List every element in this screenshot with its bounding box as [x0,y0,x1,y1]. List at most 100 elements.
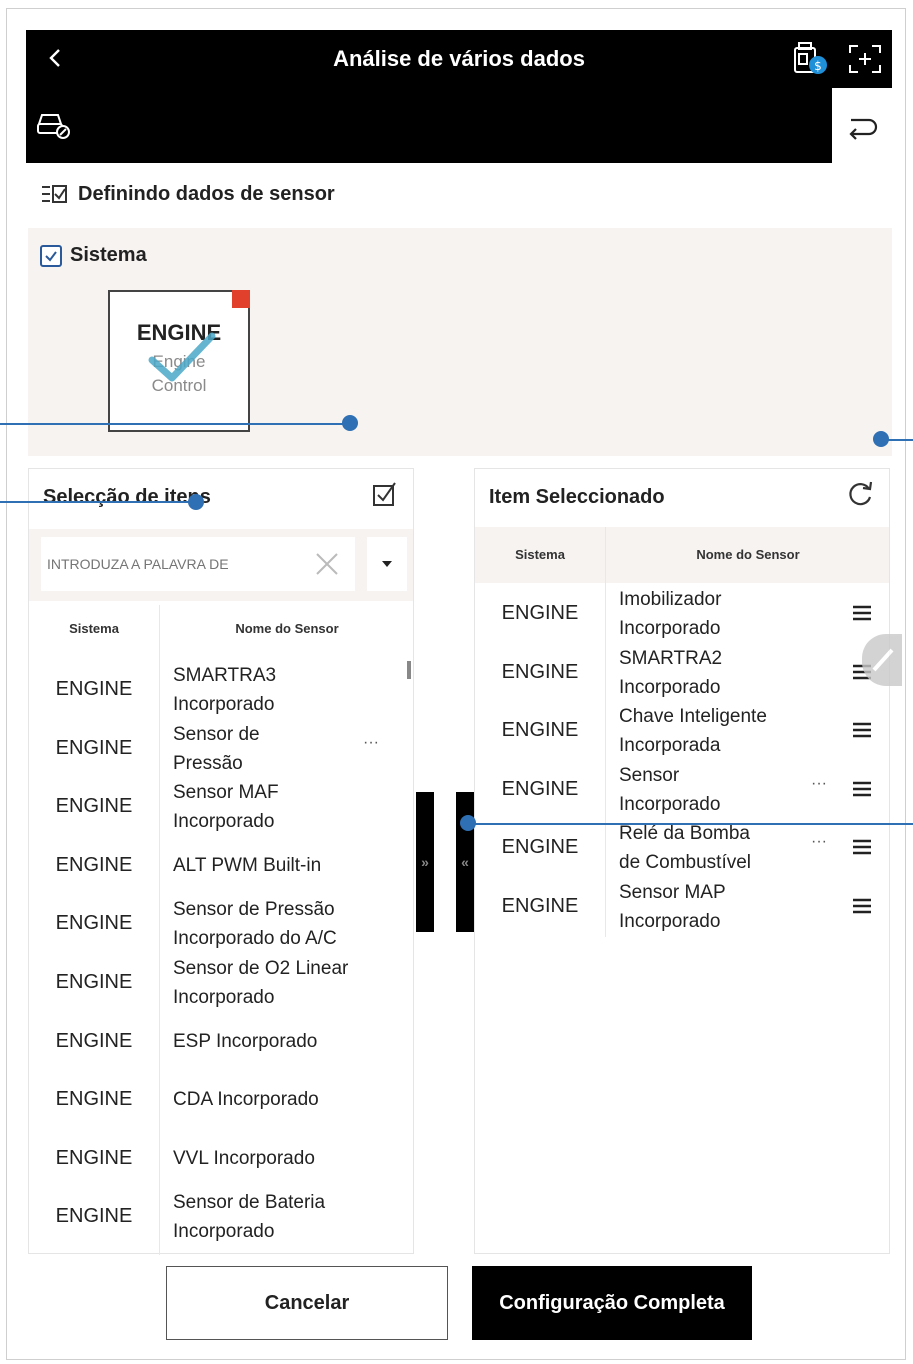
row-system: ENGINE [55,1146,133,1169]
row-sensor-name: Chave Inteligente Incorporada [619,702,829,760]
return-icon [849,118,878,140]
complete-configuration-button[interactable]: Configuração Completa [472,1266,752,1340]
row-sensor-name: SMARTRA3 Incorporado [173,661,403,719]
refresh-icon [849,481,873,506]
sensor-name-line1: Sensor de Pressão [173,899,335,921]
section-header: Definindo dados de sensor [40,178,335,210]
row-sensor-name: Sensor de Bateria Incorporado [173,1188,403,1246]
row-sensor-name: Relé da Bomba de Combustível [619,819,829,877]
close-icon [316,553,338,575]
system-select-all[interactable]: Sistema [40,244,147,267]
row-system: ENGINE [55,678,133,700]
table-row[interactable]: ENGINE Sensor Incorporado ··· [475,761,889,819]
row-sensor-name: VVL Incorporado [173,1144,403,1173]
callout-dot [342,415,358,431]
row-sensor-name: Sensor de Pressão Incorporado do A/C [173,895,403,953]
table-row[interactable]: ENGINE Chave Inteligente Incorporada [475,702,889,760]
sensor-name-line2: Incorporado [173,987,275,1008]
row-system: ENGINE [55,1088,133,1111]
engine-card-sub1: Engine [152,352,206,371]
sensor-name-line2: Incorporado do A/C [173,928,337,950]
table-row[interactable]: ENGINE Relé da Bomba de Combustível ··· [475,819,889,877]
drag-handle-icon[interactable] [851,781,873,799]
row-system: ENGINE [501,719,579,742]
system-panel: Sistema ENGINE Engine Control [28,228,892,456]
vci-device-icon: $ [794,42,827,74]
app-header: Análise de vários dados $ [26,30,892,88]
row-system: ENGINE [501,602,579,624]
search-row [29,529,413,601]
car-settings-icon [37,114,70,139]
drag-handle-icon[interactable] [851,605,873,623]
row-sensor-name: SMARTRA2 Incorporado [619,644,829,702]
sensor-name-line2: Incorporado [173,694,275,715]
sensor-name-line1: SMARTRA2 [619,647,723,669]
sensor-name-line1: CDA Incorporado [173,1089,319,1111]
page-title: Análise de vários dados [333,46,585,71]
floating-edit-button[interactable] [862,634,902,686]
table-row[interactable]: ENGINE VVL Incorporado [29,1130,413,1188]
sensor-name-line1: VVL Incorporado [173,1147,315,1169]
row-sensor-name: CDA Incorporado [173,1085,403,1114]
truncation-ellipsis: ··· [811,833,827,851]
row-sensor-name: Sensor de O2 Linear Incorporado [173,954,403,1012]
list-check-icon [42,185,67,203]
table-row[interactable]: ENGINE SMARTRA3 Incorporado [29,661,413,719]
row-system: ENGINE [55,853,133,876]
sensor-name-line1: ALT PWM Built-in [173,854,322,876]
callout-line [0,423,350,425]
sensor-name-line2: Incorporado [619,793,721,815]
remove-from-selected-button[interactable]: « [456,792,474,932]
row-sensor-name: Imobilizador Incorporado [619,585,829,643]
table-row[interactable]: ENGINE Imobilizador Incorporado [475,585,889,643]
clear-search-button[interactable] [309,546,345,582]
chevrons-right-icon: » [421,854,429,870]
sensor-name-line1: Sensor [619,764,680,786]
drag-handle-icon[interactable] [851,898,873,916]
item-selection-title: Selecção de itens [43,485,211,508]
vci-status-button[interactable]: $ [790,40,830,78]
svg-text:$: $ [814,59,822,73]
table-row[interactable]: ENGINE Sensor de Pressão Incorporado do A/… [29,895,413,953]
return-button[interactable] [832,96,892,162]
table-row[interactable]: ENGINE CDA Incorporado [29,1071,413,1129]
truncation-ellipsis: ··· [363,733,379,751]
table-row[interactable]: ENGINE ALT PWM Built-in [29,837,413,895]
drag-handle-icon[interactable] [851,839,873,857]
screen-capture-button[interactable] [846,42,884,76]
sensor-name-line2: Incorporado [619,911,721,932]
pencil-icon [872,648,894,672]
row-system: ENGINE [501,895,579,917]
add-to-selected-button[interactable]: » [416,792,434,932]
table-row[interactable]: ENGINE Sensor MAF Incorporado [29,778,413,836]
row-system: ENGINE [501,777,579,800]
engine-system-card[interactable]: ENGINE Engine Control [108,290,250,432]
table-row[interactable]: ENGINE Sensor de Bateria Incorporado [29,1188,413,1246]
table-row[interactable]: ENGINE ESP Incorporado [29,1013,413,1071]
row-sensor-name: ALT PWM Built-in [173,851,403,880]
select-all-button[interactable] [371,480,399,514]
col-header-system: Sistema [69,621,119,636]
sensor-name-line2: Incorporada [619,735,721,757]
row-system: ENGINE [55,1205,133,1228]
table-row[interactable]: ENGINE Sensor de O2 Linear Incorporado [29,954,413,1012]
table-row[interactable]: ENGINE SMARTRA2 Incorporado [475,644,889,702]
sensor-name-line1: Chave Inteligente [619,706,767,728]
refresh-button[interactable] [845,479,875,515]
row-system: ENGINE [55,912,133,935]
cancel-button[interactable]: Cancelar [166,1266,448,1340]
search-input[interactable] [47,556,309,572]
back-button[interactable] [40,40,70,76]
table-row[interactable]: ENGINE Sensor MAP Incorporado [475,878,889,936]
chevrons-left-icon: « [461,854,469,870]
row-system: ENGINE [55,1029,133,1052]
sensor-name-line2: Incorporado [619,618,721,639]
sensor-name-line1: Sensor de Bateria [173,1192,326,1214]
sensor-name-line1: Sensor MAF [173,782,279,804]
drag-handle-icon[interactable] [851,722,873,740]
search-filter-dropdown[interactable] [367,537,407,591]
vehicle-settings-button[interactable] [36,110,72,140]
table-row[interactable]: ENGINE Sensor de Pressão ··· [29,720,413,778]
checkbox-icon [373,482,396,506]
row-system: ENGINE [501,836,579,859]
